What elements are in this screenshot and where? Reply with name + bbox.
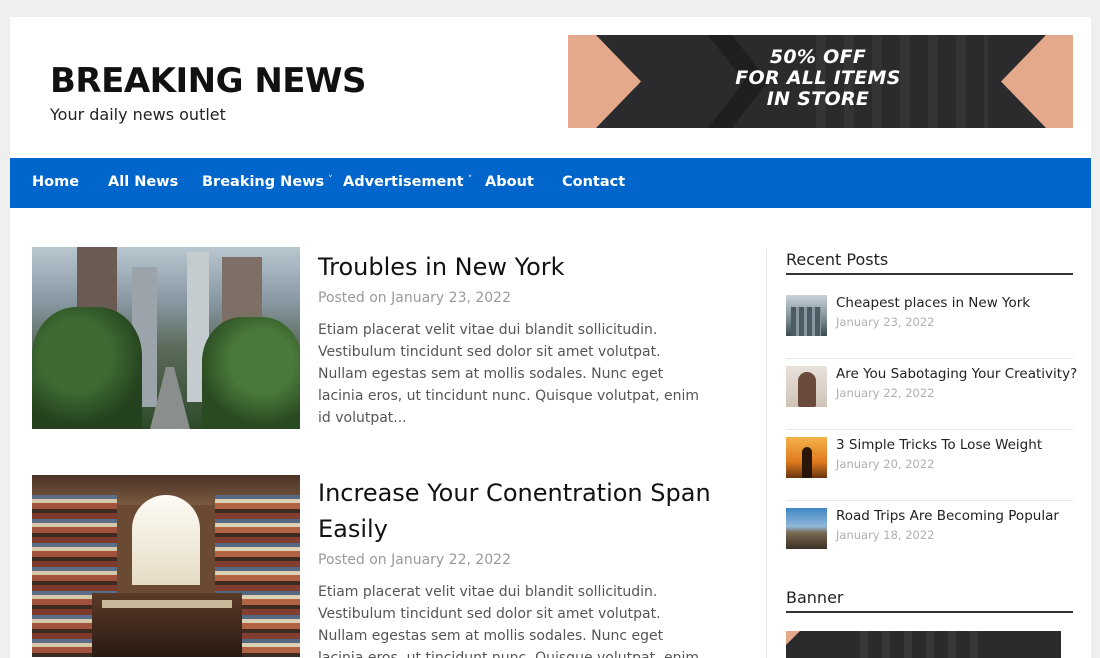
nav-home[interactable]: Home [32, 174, 79, 190]
recent-post-item[interactable]: 3 Simple Tricks To Lose Weight January 2… [786, 429, 1073, 501]
post-thumbnail-library[interactable] [32, 475, 300, 657]
recent-post-thumbnail[interactable] [786, 508, 827, 549]
post-thumbnail-city[interactable] [32, 247, 300, 429]
chevron-down-icon: ˅ [328, 175, 333, 185]
page-container: BREAKING NEWS Your daily news outlet 50%… [10, 17, 1091, 658]
post-title[interactable]: Troubles in New York [318, 249, 718, 285]
nav-advertisement[interactable]: Advertisement ˅ [343, 174, 472, 190]
recent-post-thumbnail[interactable] [786, 295, 827, 336]
post-date: Posted on January 22, 2022 [318, 552, 511, 568]
recent-post-date: January 22, 2022 [836, 386, 935, 400]
recent-post-item[interactable]: Cheapest places in New York January 23, … [786, 287, 1073, 359]
nav-contact[interactable]: Contact [562, 174, 625, 190]
ad-line-2: FOR ALL ITEMS [735, 67, 901, 89]
recent-post-date: January 20, 2022 [836, 457, 935, 471]
widget-underline [786, 273, 1073, 275]
recent-post-title[interactable]: 3 Simple Tricks To Lose Weight [836, 437, 1042, 453]
nav-breaking-news-label: Breaking News [202, 174, 325, 190]
post-title[interactable]: Increase Your Conentration Span Easily [318, 475, 718, 547]
nav-about-label: About [485, 174, 534, 190]
site-tagline: Your daily news outlet [50, 105, 226, 124]
recent-post-item[interactable]: Road Trips Are Becoming Popular January … [786, 500, 1073, 572]
nav-contact-label: Contact [562, 174, 626, 190]
post-excerpt: Etiam placerat velit vitae dui blandit s… [318, 584, 699, 658]
site-title[interactable]: BREAKING NEWS [50, 61, 367, 101]
nav-advertisement-label: Advertisement [343, 174, 464, 190]
recent-post-thumbnail[interactable] [786, 366, 827, 407]
ad-text: 50% OFF FOR ALL ITEMS IN STORE [728, 47, 908, 110]
widget-underline [786, 611, 1073, 613]
nav-about[interactable]: About [485, 174, 534, 190]
post-excerpt: Etiam placerat velit vitae dui blandit s… [318, 322, 699, 426]
banner-heading: Banner [786, 588, 844, 607]
nav-breaking-news[interactable]: Breaking News ˅ [202, 174, 333, 190]
sidebar-divider [766, 249, 767, 658]
recent-post-date: January 18, 2022 [836, 528, 935, 542]
recent-post-title[interactable]: Road Trips Are Becoming Popular [836, 508, 1059, 524]
recent-post-thumbnail[interactable] [786, 437, 827, 478]
recent-posts-heading: Recent Posts [786, 250, 889, 269]
post-date: Posted on January 23, 2022 [318, 290, 511, 306]
recent-post-title[interactable]: Cheapest places in New York [836, 295, 1030, 311]
header-ad-banner[interactable]: 50% OFF FOR ALL ITEMS IN STORE [568, 35, 1073, 128]
recent-post-item[interactable]: Are You Sabotaging Your Creativity? Janu… [786, 358, 1077, 430]
nav-all-news[interactable]: All News [108, 174, 178, 190]
recent-post-title[interactable]: Are You Sabotaging Your Creativity? [836, 366, 1077, 382]
nav-home-label: Home [32, 174, 80, 190]
ad-line-1: 50% OFF [769, 46, 867, 68]
sidebar-banner-ad[interactable] [786, 631, 1061, 658]
ad-line-3: IN STORE [766, 88, 870, 110]
recent-post-date: January 23, 2022 [836, 315, 935, 329]
chevron-down-icon: ˅ [467, 175, 473, 185]
main-navigation: Home All News Breaking News ˅ Advertiseme… [10, 158, 1091, 208]
nav-all-news-label: All News [108, 174, 179, 190]
